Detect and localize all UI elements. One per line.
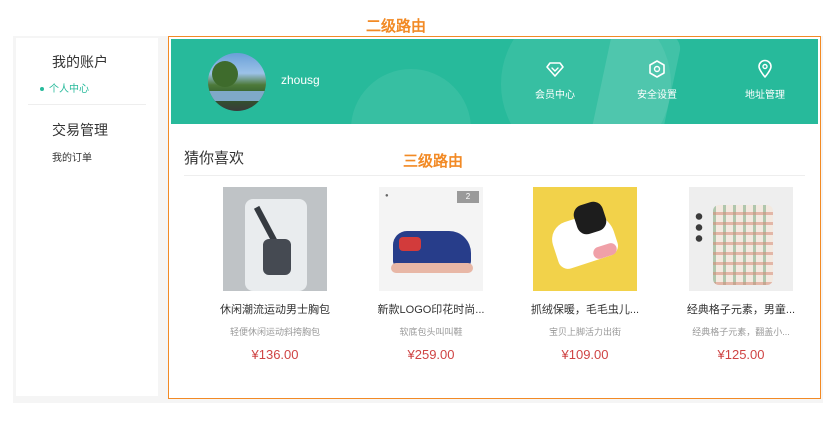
product-desc: 经典格子元素，翻盖小... xyxy=(692,327,790,337)
product-image[interactable]: ● 2 xyxy=(379,187,483,291)
product-card[interactable]: 休闲潮流运动男士胸包 轻便休闲运动斜挎胸包 ¥136.00 xyxy=(200,187,350,362)
image-shape xyxy=(713,205,773,285)
nav-member-center[interactable]: 会员中心 xyxy=(520,59,590,101)
member-banner: zhousg 会员中心 安全设置 地址管理 xyxy=(171,39,818,124)
product-name[interactable]: 经典格子元素，男童... xyxy=(666,301,816,317)
account-page: 我的账户 个人中心 交易管理 我的订单 zhousg 会员中心 安全设置 地址管… xyxy=(13,36,823,403)
product-price: ¥259.00 xyxy=(407,347,455,362)
diamond-icon xyxy=(546,62,564,77)
image-shape xyxy=(695,211,703,245)
nav-security-settings[interactable]: 安全设置 xyxy=(622,59,692,101)
nav-address-management[interactable]: 地址管理 xyxy=(730,59,800,101)
nav-label: 安全设置 xyxy=(637,90,677,101)
image-badge: 2 xyxy=(457,191,479,203)
sidebar-title-trade: 交易管理 xyxy=(52,122,108,138)
username: zhousg xyxy=(281,73,320,87)
product-image[interactable] xyxy=(689,187,793,291)
product-image[interactable] xyxy=(223,187,327,291)
level2-route-content: zhousg 会员中心 安全设置 地址管理 猜你喜欢 休闲潮流运动男士胸包 轻便… xyxy=(168,36,821,399)
product-price: ¥136.00 xyxy=(251,347,299,362)
image-logo: ● xyxy=(385,193,389,199)
avatar[interactable] xyxy=(208,53,266,111)
product-card[interactable]: ● 2 新款LOGO印花时尚... 软底包头叫叫鞋 ¥259.00 xyxy=(356,187,506,362)
section-divider xyxy=(184,175,805,176)
image-shape xyxy=(399,237,421,251)
section-title-recommend: 猜你喜欢 xyxy=(184,150,245,167)
nav-label: 地址管理 xyxy=(745,90,785,101)
product-desc: 轻便休闲运动斜挎胸包 xyxy=(229,327,320,337)
product-price: ¥125.00 xyxy=(717,347,765,362)
image-shape xyxy=(391,263,473,273)
sidebar-divider xyxy=(28,104,146,105)
level2-route-annotation: 二级路由 xyxy=(366,18,427,35)
sidebar-item-personal-center[interactable]: 个人中心 xyxy=(40,80,89,95)
image-shape xyxy=(263,239,291,275)
location-pin-icon xyxy=(758,59,772,78)
product-image[interactable] xyxy=(533,187,637,291)
product-desc: 软底包头叫叫鞋 xyxy=(399,327,463,337)
product-name[interactable]: 抓绒保暖，毛毛虫儿... xyxy=(510,301,660,317)
product-name[interactable]: 新款LOGO印花时尚... xyxy=(356,301,506,317)
nav-label: 会员中心 xyxy=(535,90,575,101)
level3-route-annotation: 三级路由 xyxy=(403,153,464,170)
product-desc: 宝贝上脚活力出街 xyxy=(548,327,621,337)
product-name[interactable]: 休闲潮流运动男士胸包 xyxy=(200,301,350,317)
shield-icon xyxy=(649,60,665,78)
product-price: ¥109.00 xyxy=(561,347,609,362)
sidebar-title-account: 我的账户 xyxy=(52,54,108,70)
product-card[interactable]: 抓绒保暖，毛毛虫儿... 宝贝上脚活力出街 ¥109.00 xyxy=(510,187,660,362)
avatar-tree xyxy=(212,61,238,87)
account-sidebar: 我的账户 个人中心 交易管理 我的订单 xyxy=(16,38,158,396)
avatar-water xyxy=(208,91,266,101)
banner-decoration xyxy=(351,69,471,124)
sidebar-item-label: 个人中心 xyxy=(49,84,89,95)
active-dot-icon xyxy=(40,87,44,92)
product-card[interactable]: 经典格子元素，男童... 经典格子元素，翻盖小... ¥125.00 xyxy=(666,187,816,362)
sidebar-item-my-orders[interactable]: 我的订单 xyxy=(52,149,92,164)
